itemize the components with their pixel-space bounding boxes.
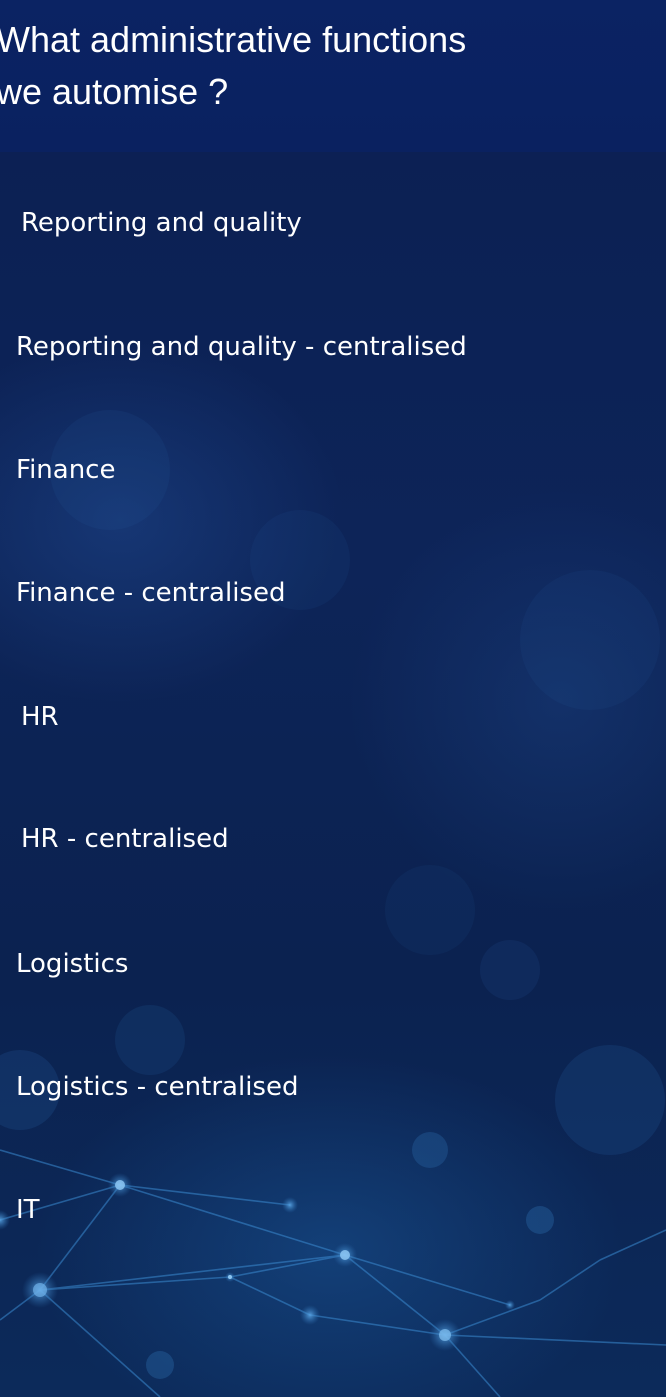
slide-background: What administrative functions we automis… <box>0 0 666 1397</box>
item-reporting-and-quality: Reporting and quality <box>21 208 302 238</box>
item-logistics-centralised: Logistics - centralised <box>16 1072 299 1102</box>
title-bar: What administrative functions we automis… <box>0 0 666 152</box>
item-finance: Finance <box>16 455 116 485</box>
item-it: IT <box>16 1195 40 1225</box>
slide-title: What administrative functions we automis… <box>0 19 467 112</box>
item-finance-centralised: Finance - centralised <box>16 578 286 608</box>
item-hr: HR <box>21 702 59 732</box>
item-logistics: Logistics <box>16 949 129 979</box>
item-reporting-and-quality-centralised: Reporting and quality - centralised <box>16 332 467 362</box>
item-hr-centralised: HR - centralised <box>21 824 229 854</box>
